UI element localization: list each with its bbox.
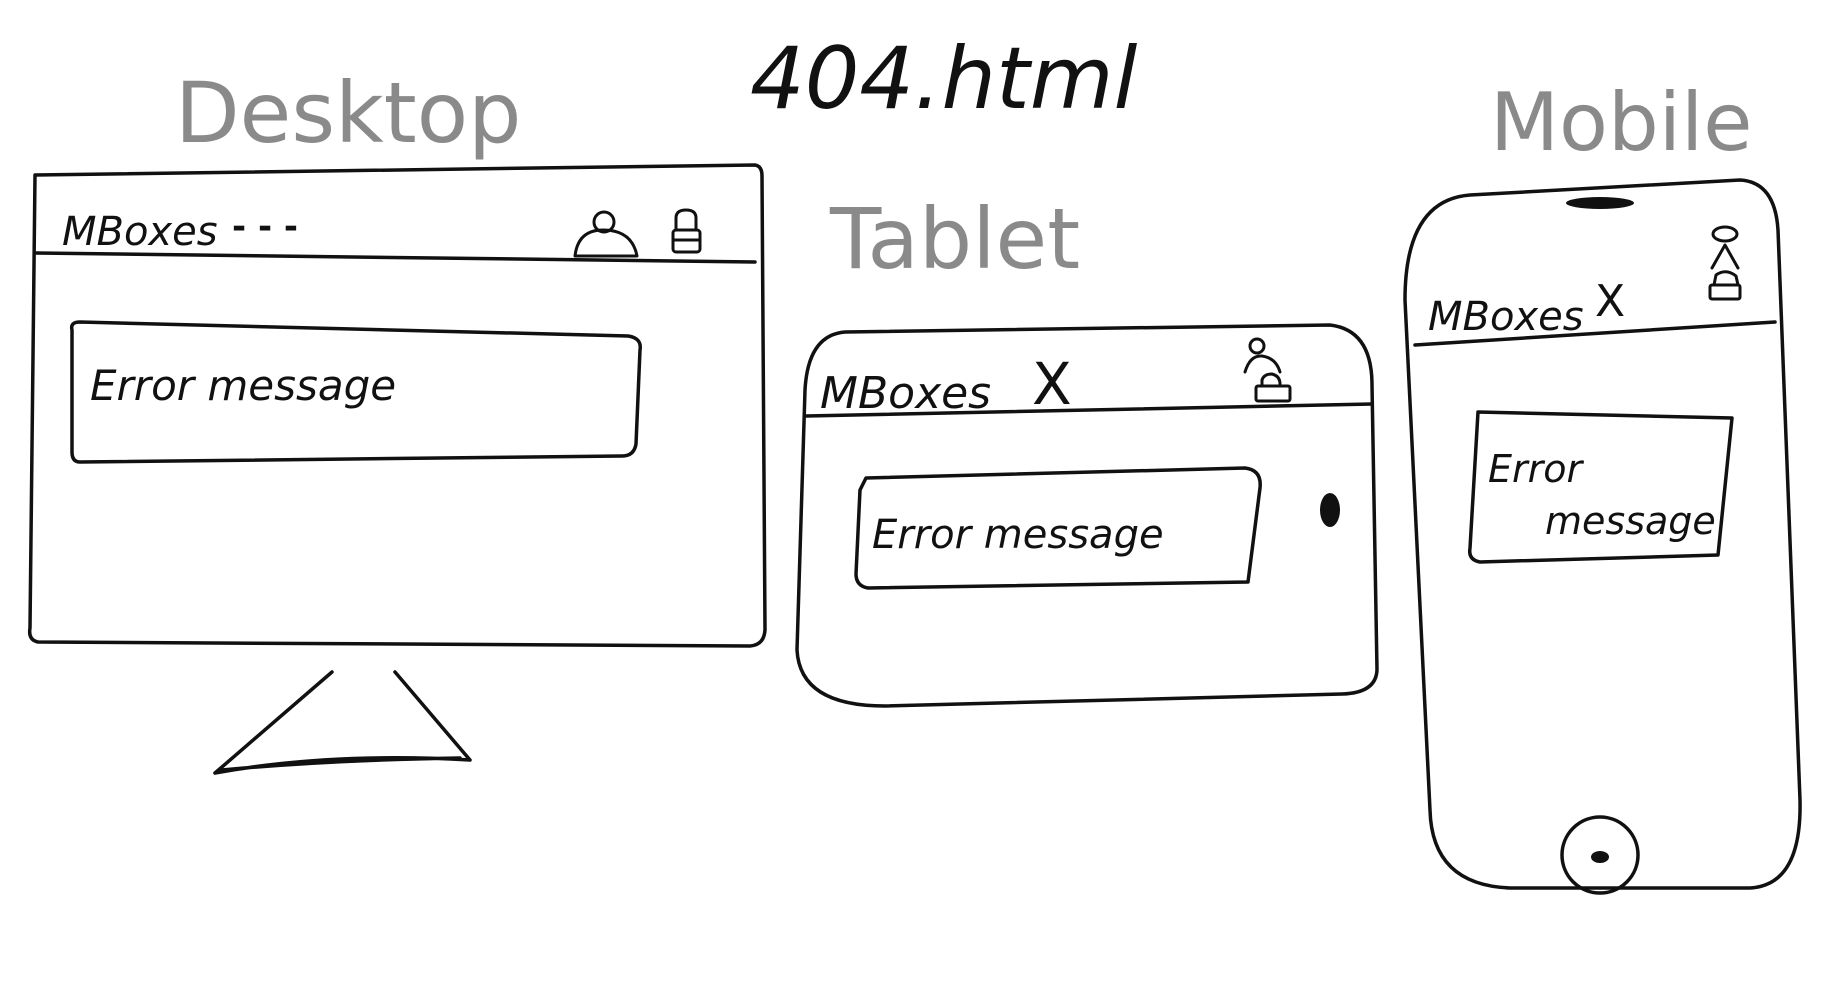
page-title: 404.html [750,29,1137,129]
tablet-error-message: Error message [872,512,1164,558]
lock-icon[interactable] [1254,372,1292,403]
mobile-error-message-line1: Error [1488,447,1585,491]
wireframe-canvas: 404.html Desktop MBoxes - - - Error mess… [27,29,1802,895]
mobile-mockup: Mobile MBoxes X Error message [1403,76,1802,895]
user-icon[interactable] [1243,337,1282,374]
user-icon[interactable] [1710,225,1740,270]
mobile-home-button-dot [1591,851,1609,863]
lock-icon[interactable] [671,208,702,254]
lock-icon[interactable] [1708,270,1742,301]
desktop-nav-placeholder[interactable]: - - - [232,207,298,247]
mobile-brand: MBoxes [1428,294,1584,340]
desktop-brand: MBoxes [62,209,218,255]
desktop-label: Desktop [175,64,521,162]
mobile-label: Mobile [1490,76,1752,169]
mobile-close-icon[interactable]: X [1595,276,1625,327]
tablet-brand: MBoxes [820,368,991,419]
tablet-close-icon[interactable]: X [1032,350,1072,418]
mobile-error-message-line2: message [1545,499,1716,543]
tablet-mockup: Tablet MBoxes X Error message [795,190,1379,708]
user-icon[interactable] [573,210,639,258]
desktop-error-message: Error message [90,361,396,410]
desktop-mockup: Desktop MBoxes - - - Error message [27,64,767,775]
mobile-speaker [1566,197,1634,209]
tablet-home-button[interactable] [1320,493,1340,527]
desktop-stand [213,670,472,775]
wireframe-stage: 404.html Desktop MBoxes - - - Error mess… [0,0,1836,988]
tablet-label: Tablet [829,190,1080,288]
